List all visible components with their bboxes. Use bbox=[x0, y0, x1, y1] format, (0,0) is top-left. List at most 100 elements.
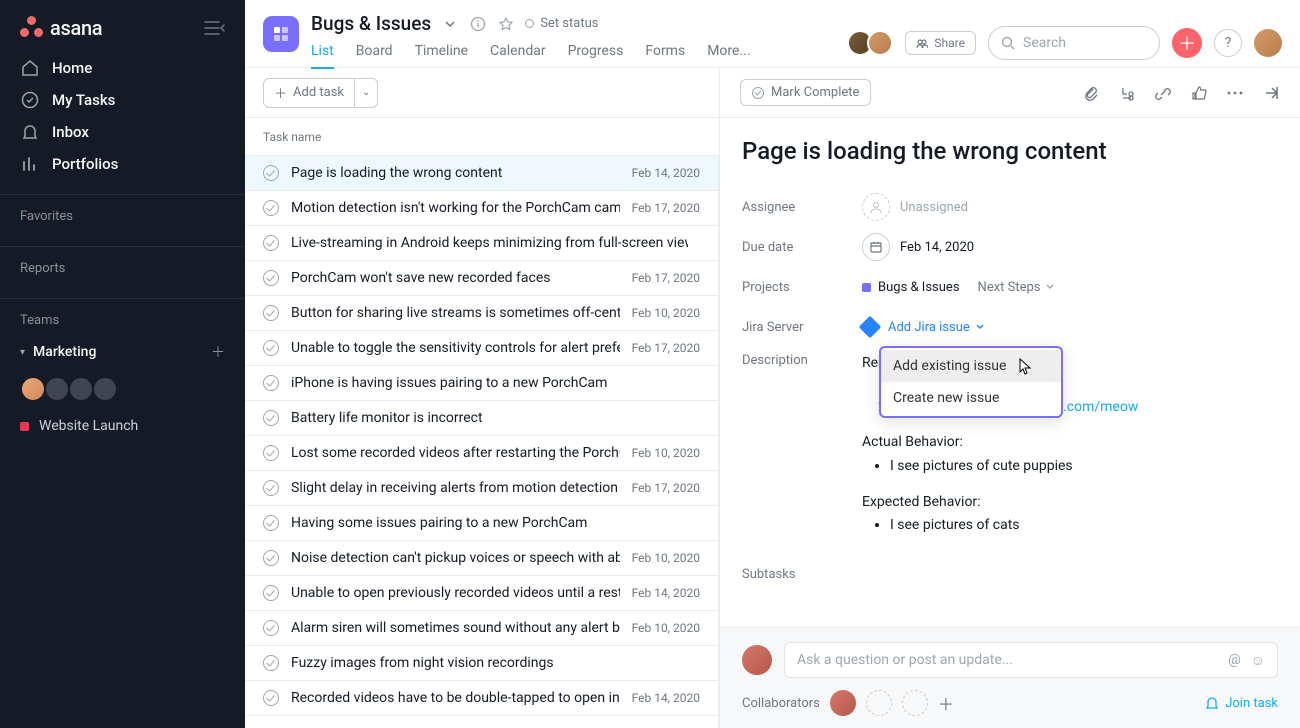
comment-input[interactable]: Ask a question or post an update... @ ☺ bbox=[784, 642, 1278, 678]
add-collaborator-slot[interactable] bbox=[902, 690, 928, 716]
chevron-down-icon[interactable] bbox=[441, 15, 459, 33]
team-marketing[interactable]: ▾Marketing ＋ bbox=[0, 336, 245, 368]
task-row[interactable]: Unable to open previously recorded video… bbox=[245, 576, 718, 611]
more-icon[interactable] bbox=[1226, 84, 1244, 102]
complete-check-icon[interactable] bbox=[263, 690, 279, 706]
task-row[interactable]: PorchCam won't save new recorded facesFe… bbox=[245, 261, 718, 296]
add-collaborator-button[interactable]: ＋ bbox=[938, 691, 954, 715]
add-collaborator-slot[interactable] bbox=[866, 690, 892, 716]
due-date-value[interactable]: Feb 14, 2020 bbox=[862, 233, 974, 261]
task-row[interactable]: Fuzzy images from night vision recording… bbox=[245, 646, 718, 681]
sidebar-item-inbox[interactable]: Inbox bbox=[0, 116, 245, 148]
add-jira-issue-button[interactable]: Add Jira issue Add existing issue Create… bbox=[888, 320, 985, 335]
complete-check-icon[interactable] bbox=[263, 480, 279, 496]
complete-check-icon[interactable] bbox=[263, 200, 279, 216]
favorites-header[interactable]: Favorites bbox=[0, 195, 245, 232]
task-row[interactable]: Live-streaming in Android keeps minimizi… bbox=[245, 226, 718, 261]
complete-check-icon[interactable] bbox=[263, 305, 279, 321]
task-row[interactable]: Recorded videos have to be double-tapped… bbox=[245, 681, 718, 716]
star-icon[interactable] bbox=[497, 15, 515, 33]
task-row[interactable]: Slight delay in receiving alerts from mo… bbox=[245, 471, 718, 506]
due-date-label: Due date bbox=[742, 240, 862, 255]
task-row[interactable]: Unable to toggle the sensitivity control… bbox=[245, 331, 718, 366]
collaborators-label: Collaborators bbox=[742, 696, 820, 711]
collapse-sidebar-icon[interactable] bbox=[203, 20, 225, 36]
reports-header[interactable]: Reports bbox=[0, 247, 245, 284]
sidebar-project-website-launch[interactable]: Website Launch bbox=[0, 410, 245, 442]
complete-check-icon[interactable] bbox=[263, 550, 279, 566]
share-button[interactable]: Share bbox=[905, 31, 976, 55]
project-members[interactable] bbox=[853, 30, 893, 56]
tab-forms[interactable]: Forms bbox=[645, 43, 685, 69]
task-row[interactable]: iPhone is having issues pairing to a new… bbox=[245, 366, 718, 401]
add-task-button[interactable]: ＋Add task ⌄ bbox=[263, 78, 378, 108]
set-status-button[interactable]: Set status bbox=[525, 16, 598, 31]
complete-check-icon[interactable] bbox=[263, 445, 279, 461]
tab-list[interactable]: List bbox=[311, 43, 334, 69]
subtask-icon[interactable] bbox=[1118, 84, 1136, 102]
task-date: Feb 10, 2020 bbox=[632, 621, 700, 635]
complete-check-icon[interactable] bbox=[263, 515, 279, 531]
complete-check-icon[interactable] bbox=[263, 270, 279, 286]
task-row[interactable]: Having some issues pairing to a new Porc… bbox=[245, 506, 718, 541]
task-date: Feb 17, 2020 bbox=[632, 271, 700, 285]
info-icon[interactable] bbox=[469, 15, 487, 33]
asana-logo[interactable]: asana bbox=[20, 16, 102, 40]
mark-complete-button[interactable]: Mark Complete bbox=[740, 79, 871, 106]
close-pane-icon[interactable] bbox=[1262, 84, 1280, 102]
team-members[interactable] bbox=[0, 368, 245, 410]
chevron-down-icon: ▾ bbox=[20, 347, 25, 358]
mention-icon[interactable]: @ bbox=[1228, 652, 1241, 669]
sidebar-label: Portfolios bbox=[52, 155, 118, 173]
sidebar-label: My Tasks bbox=[52, 91, 115, 109]
complete-check-icon[interactable] bbox=[263, 340, 279, 356]
task-title[interactable]: Page is loading the wrong content bbox=[742, 136, 1278, 167]
column-header-name[interactable]: Task name bbox=[245, 118, 719, 156]
complete-check-icon[interactable] bbox=[263, 375, 279, 391]
task-row[interactable]: Alarm siren will sometimes sound without… bbox=[245, 611, 718, 646]
task-name: Unable to open previously recorded video… bbox=[291, 585, 620, 601]
add-task-dropdown[interactable]: ⌄ bbox=[355, 87, 377, 98]
assignee-value[interactable]: Unassigned bbox=[862, 193, 968, 221]
attachment-icon[interactable] bbox=[1082, 84, 1100, 102]
sidebar-label: Home bbox=[52, 59, 92, 77]
tab-more[interactable]: More... bbox=[707, 43, 750, 69]
complete-check-icon[interactable] bbox=[263, 620, 279, 636]
sidebar-item-my-tasks[interactable]: My Tasks bbox=[0, 84, 245, 116]
projects-value[interactable]: Bugs & Issues Next Steps bbox=[862, 280, 1055, 295]
collaborator-avatar[interactable] bbox=[830, 690, 856, 716]
task-row[interactable]: Button for sharing live streams is somet… bbox=[245, 296, 718, 331]
jira-menu-create-new[interactable]: Create new issue bbox=[881, 382, 1061, 414]
sidebar-item-portfolios[interactable]: Portfolios bbox=[0, 148, 245, 180]
task-row[interactable]: Battery life monitor is incorrect bbox=[245, 401, 718, 436]
like-icon[interactable] bbox=[1190, 84, 1208, 102]
project-section[interactable]: Next Steps bbox=[978, 280, 1055, 295]
subtasks-header[interactable]: Subtasks bbox=[742, 567, 1278, 582]
search-input[interactable]: Search bbox=[988, 26, 1160, 60]
complete-check-icon[interactable] bbox=[263, 585, 279, 601]
task-detail-pane: Mark Complete Page is loading the wrong … bbox=[719, 68, 1300, 728]
complete-check-icon[interactable] bbox=[263, 235, 279, 251]
complete-check-icon[interactable] bbox=[263, 410, 279, 426]
help-button[interactable]: ? bbox=[1214, 29, 1242, 57]
join-task-button[interactable]: Join task bbox=[1205, 696, 1278, 711]
jira-menu-add-existing[interactable]: Add existing issue bbox=[881, 350, 1061, 382]
complete-check-icon[interactable] bbox=[263, 165, 279, 181]
project-icon[interactable] bbox=[263, 16, 299, 52]
project-title[interactable]: Bugs & Issues bbox=[311, 12, 431, 35]
task-row[interactable]: Motion detection isn't working for the P… bbox=[245, 191, 718, 226]
user-avatar[interactable] bbox=[1254, 29, 1282, 57]
emoji-icon[interactable]: ☺ bbox=[1251, 652, 1265, 669]
task-row[interactable]: Noise detection can't pickup voices or s… bbox=[245, 541, 718, 576]
global-add-button[interactable]: ＋ bbox=[1172, 28, 1202, 58]
tab-progress[interactable]: Progress bbox=[568, 43, 624, 69]
add-team-icon[interactable]: ＋ bbox=[211, 342, 225, 362]
link-icon[interactable] bbox=[1154, 84, 1172, 102]
complete-check-icon[interactable] bbox=[263, 655, 279, 671]
task-row[interactable]: Lost some recorded videos after restarti… bbox=[245, 436, 718, 471]
tab-calendar[interactable]: Calendar bbox=[490, 43, 546, 69]
tab-timeline[interactable]: Timeline bbox=[415, 43, 468, 69]
sidebar-item-home[interactable]: Home bbox=[0, 52, 245, 84]
task-row[interactable]: Page is loading the wrong contentFeb 14,… bbox=[245, 156, 718, 191]
tab-board[interactable]: Board bbox=[356, 43, 393, 69]
